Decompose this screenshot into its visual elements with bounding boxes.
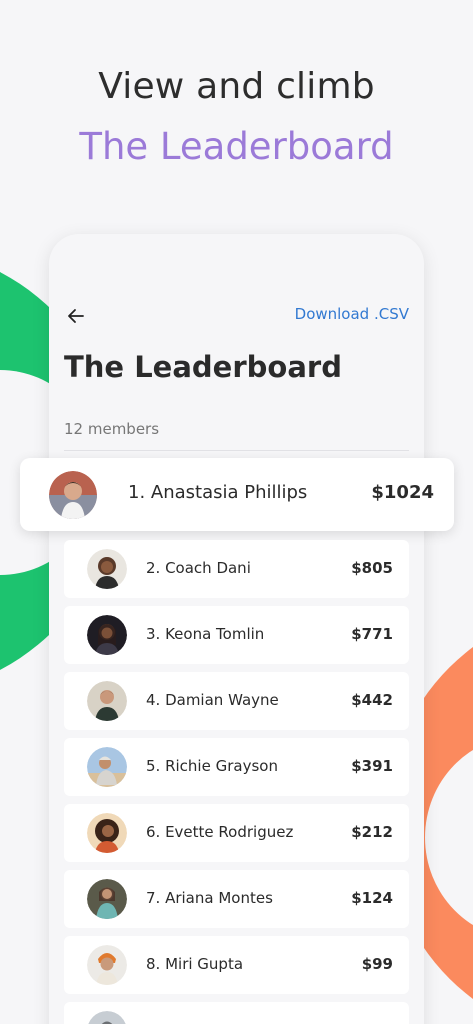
divider	[64, 450, 409, 451]
leader-name: 2. Coach Dani	[146, 559, 251, 577]
avatar	[88, 1011, 126, 1024]
leaderboard-row[interactable]: 8. Miri Gupta $99	[64, 936, 409, 994]
avatar	[87, 549, 127, 589]
leaderboard-row-top[interactable]: 1. Anastasia Phillips $1024	[20, 458, 454, 531]
leader-amount: $391	[351, 757, 393, 775]
leaderboard-row[interactable]: 4. Damian Wayne $442	[64, 672, 409, 730]
back-button[interactable]	[64, 304, 88, 328]
leader-amount: $212	[351, 823, 393, 841]
download-csv-link[interactable]: Download .CSV	[295, 305, 409, 323]
leader-amount: $1024	[371, 482, 434, 503]
leader-name: 3. Keona Tomlin	[146, 625, 265, 643]
leaderboard-row[interactable]: 2. Coach Dani $805	[64, 540, 409, 598]
leaderboard-row[interactable]: 6. Evette Rodriguez $212	[64, 804, 409, 862]
leader-name: 4. Damian Wayne	[146, 691, 279, 709]
members-count: 12 members	[64, 420, 160, 438]
leader-amount: $771	[351, 625, 393, 643]
leader-name: 5. Richie Grayson	[146, 757, 278, 775]
leader-name: 1. Anastasia Phillips	[128, 482, 308, 503]
avatar	[87, 747, 127, 787]
avatar	[49, 471, 97, 519]
leader-amount: $99	[361, 955, 393, 973]
avatar	[87, 945, 127, 985]
leader-name: 6. Evette Rodriguez	[146, 823, 294, 841]
leaderboard-row[interactable]: 3. Keona Tomlin $771	[64, 606, 409, 664]
avatar	[87, 813, 127, 853]
leaderboard-row[interactable]: 5. Richie Grayson $391	[64, 738, 409, 796]
avatar	[87, 681, 127, 721]
leader-amount: $124	[351, 889, 393, 907]
promo-headline: View and climb	[98, 66, 375, 107]
leader-name: 7. Ariana Montes	[146, 889, 273, 907]
page-title: The Leaderboard	[64, 350, 342, 384]
avatar	[87, 879, 127, 919]
arrow-left-icon	[68, 309, 84, 323]
app-store-screenshot: View and climb The Leaderboard Download …	[0, 0, 473, 1024]
promo-headline-accent: The Leaderboard	[79, 125, 394, 168]
leader-amount: $442	[351, 691, 393, 709]
leader-name: 8. Miri Gupta	[146, 955, 244, 973]
leaderboard-row[interactable]: 7. Ariana Montes $124	[64, 870, 409, 928]
leaderboard-row[interactable]	[64, 1002, 409, 1024]
leader-amount: $805	[351, 559, 393, 577]
avatar	[87, 615, 127, 655]
